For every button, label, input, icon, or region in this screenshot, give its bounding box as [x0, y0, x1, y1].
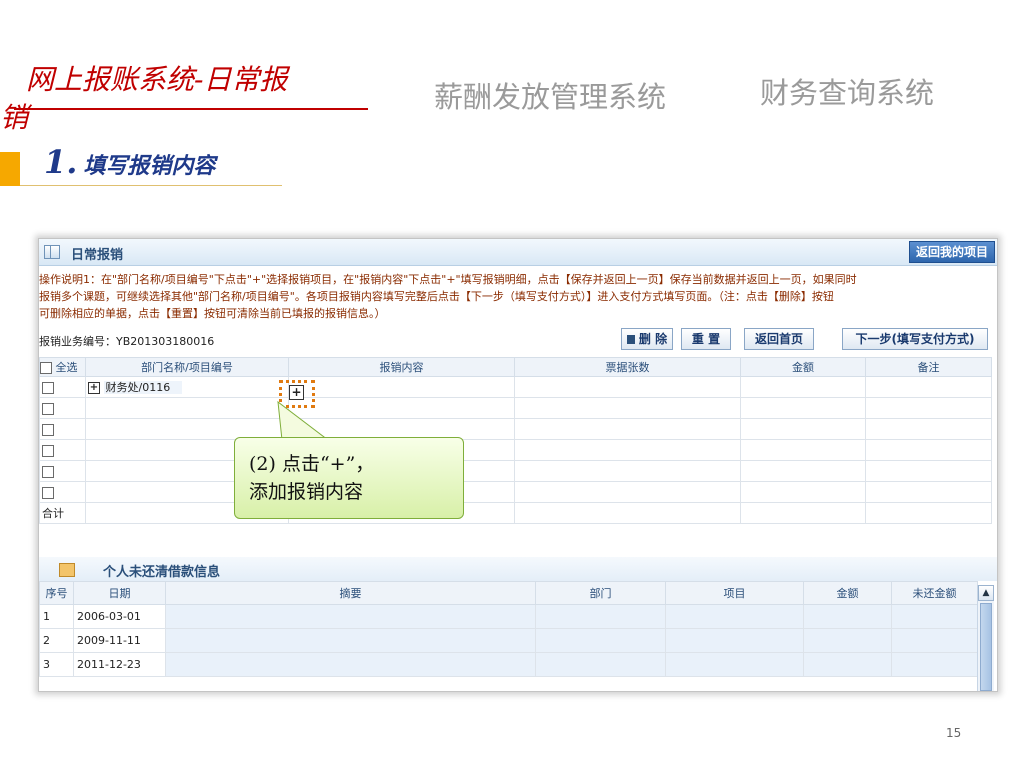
reset-button[interactable]: 重 置 — [681, 328, 731, 350]
loan-column-header: 未还金额 — [891, 581, 978, 605]
table-row: 2 2009-11-11 — [39, 628, 978, 653]
instruction-line: 可删除相应的单据，点击【重置】按钮可清除当前已填报的报销信息。） — [39, 307, 386, 320]
loan-table: 序号 日期 摘要 部门 项目 金额 未还金额 1 2006-03-01 2 20… — [39, 581, 978, 677]
return-my-projects-button[interactable]: 返回我的项目 — [908, 241, 995, 263]
delete-label: 删 除 — [638, 332, 668, 346]
table-row: 3 2011-12-23 — [39, 652, 978, 677]
select-all-label: 全选 — [55, 361, 78, 374]
loan-column-header: 序号 — [39, 581, 74, 605]
select-all-checkbox[interactable] — [40, 362, 52, 374]
title-underline — [14, 108, 368, 110]
loan-column-header: 项目 — [665, 581, 804, 605]
column-header: 报销内容 — [288, 357, 515, 377]
add-project-button[interactable]: + — [88, 382, 100, 394]
callout-box: (2) 点击“+”， 添加报销内容 — [234, 437, 464, 519]
next-step-button[interactable]: 下一步(填写支付方式) — [842, 328, 988, 350]
loan-row-no: 3 — [39, 652, 74, 677]
row-checkbox[interactable] — [42, 402, 54, 415]
row-checkbox[interactable] — [42, 381, 54, 394]
loan-section-header: 个人未还清借款信息 — [39, 557, 997, 581]
instruction-line: 操作说明1：在"部门名称/项目编号"下点击"+"选择报销项目，在"报销内容"下点… — [39, 273, 857, 286]
tab-salary-system[interactable]: 薪酬发放管理系统 — [434, 74, 666, 116]
column-header: 票据张数 — [514, 357, 741, 377]
total-row: 合计 — [39, 502, 992, 524]
expense-content-cell — [288, 376, 515, 398]
section-marker — [0, 152, 20, 186]
table-row: 1 2006-03-01 — [39, 604, 978, 629]
loan-section-title: 个人未还清借款信息 — [103, 565, 221, 580]
screenshot-panel: 日常报销 返回我的项目 操作说明1：在"部门名称/项目编号"下点击"+"选择报销… — [38, 238, 998, 692]
row-checkbox[interactable] — [42, 486, 54, 499]
row-checkbox[interactable] — [42, 423, 54, 436]
callout-line2: 添加报销内容 — [249, 481, 364, 503]
business-number: 报销业务编号：YB201303180016 — [39, 333, 214, 349]
callout-line1: (2) 点击“+”， — [249, 453, 375, 475]
dept-project-cell: + 财务处/0116 — [85, 376, 289, 398]
form-icon — [44, 245, 60, 259]
loan-row-date: 2011-12-23 — [73, 652, 166, 677]
slide-title-line1: 网上报账系统-日常报 — [26, 63, 288, 96]
slide-title-line2: 销 — [0, 101, 29, 134]
column-header: 备注 — [865, 357, 992, 377]
table-header-row: 全选 部门名称/项目编号 报销内容 票据张数 金额 备注 — [39, 357, 992, 377]
section-heading: 1. 填写报销内容 — [44, 143, 215, 181]
column-header: 部门名称/项目编号 — [85, 357, 289, 377]
loan-column-header: 摘要 — [165, 581, 536, 605]
business-number-value: YB201303180016 — [116, 335, 215, 348]
dept-project-value: 财务处/0116 — [103, 381, 183, 394]
loan-row-no: 1 — [39, 604, 74, 629]
loan-row-no: 2 — [39, 628, 74, 653]
add-expense-content-button[interactable]: + — [289, 385, 304, 400]
trash-icon — [626, 335, 635, 344]
select-all-header[interactable]: 全选 — [39, 357, 86, 377]
return-home-button[interactable]: 返回首页 — [744, 328, 814, 350]
table-row: + 财务处/0116 — [39, 376, 992, 398]
row-checkbox[interactable] — [42, 444, 54, 457]
panel-title: 日常报销 — [71, 248, 124, 263]
panel-header: 日常报销 返回我的项目 — [39, 239, 997, 266]
loan-scrollbar[interactable]: ▲ — [977, 585, 994, 691]
loan-header-row: 序号 日期 摘要 部门 项目 金额 未还金额 — [39, 581, 978, 605]
total-label: 合计 — [39, 502, 86, 524]
folder-icon — [59, 563, 75, 577]
section-number: 1. — [44, 143, 78, 181]
table-row — [39, 481, 992, 503]
instruction-line: 报销多个课题，可继续选择其他"部门名称/项目编号"。各项目报销内容填写完整后点击… — [39, 290, 834, 303]
business-number-label: 报销业务编号： — [39, 335, 116, 348]
table-row — [39, 418, 992, 440]
callout-pointer — [277, 400, 329, 440]
section-underline — [20, 185, 282, 186]
loan-column-header: 金额 — [803, 581, 892, 605]
page-number: 15 — [946, 726, 962, 740]
row-checkbox[interactable] — [42, 465, 54, 478]
loan-row-date: 2009-11-11 — [73, 628, 166, 653]
loan-row-date: 2006-03-01 — [73, 604, 166, 629]
table-row — [39, 397, 992, 419]
table-row — [39, 439, 992, 461]
section-title: 填写报销内容 — [83, 153, 216, 179]
table-row — [39, 460, 992, 482]
delete-button[interactable]: 删 除 — [621, 328, 673, 350]
expense-table: 全选 部门名称/项目编号 报销内容 票据张数 金额 备注 + 财务处/0116 … — [39, 357, 992, 524]
loan-column-header: 部门 — [535, 581, 666, 605]
scroll-thumb[interactable] — [980, 603, 992, 691]
loan-column-header: 日期 — [73, 581, 166, 605]
instructions: 操作说明1：在"部门名称/项目编号"下点击"+"选择报销项目，在"报销内容"下点… — [39, 271, 991, 322]
tab-finance-query[interactable]: 财务查询系统 — [760, 70, 934, 112]
column-header: 金额 — [740, 357, 866, 377]
scroll-up-arrow-icon[interactable]: ▲ — [978, 585, 994, 601]
